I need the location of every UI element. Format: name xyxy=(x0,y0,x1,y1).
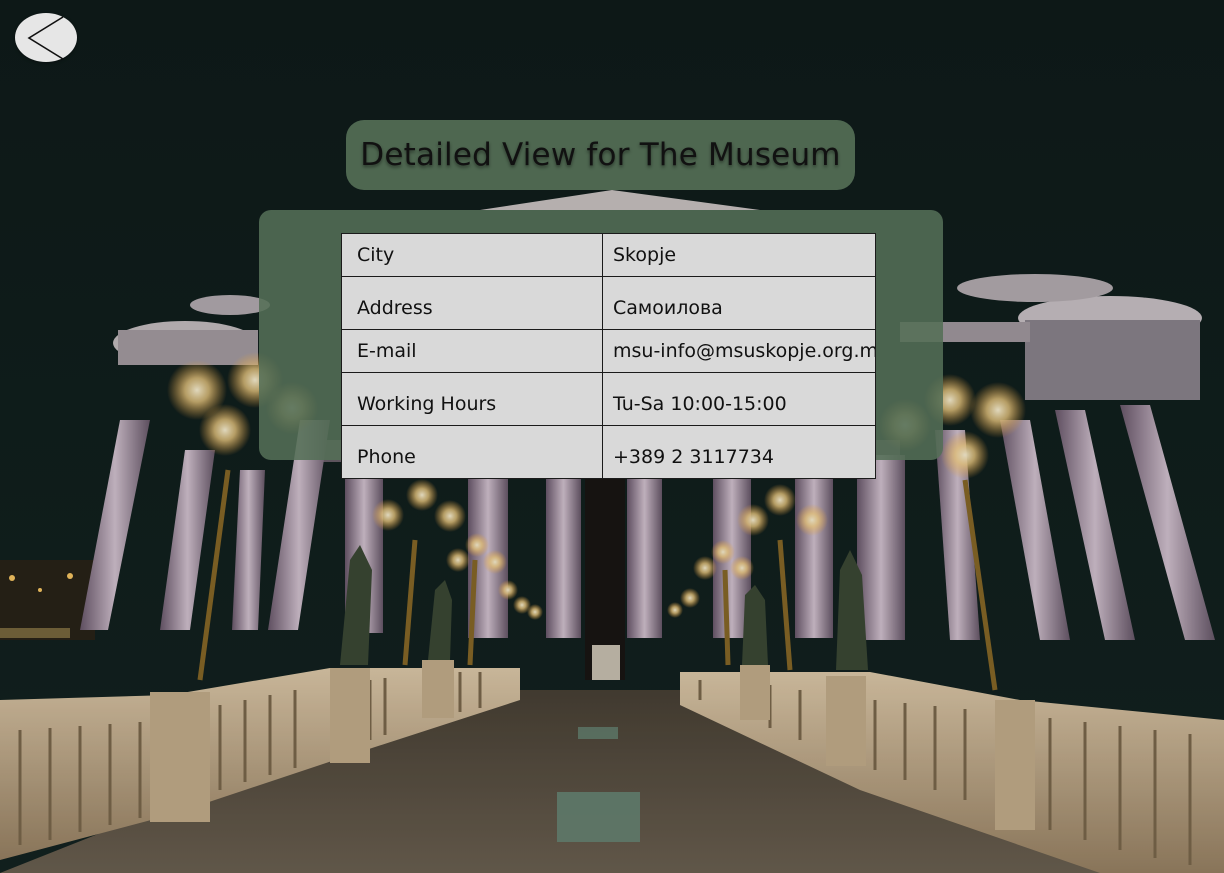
museum-detail-screen: Detailed View for The Museum City Skopje… xyxy=(0,0,1224,873)
row-label: Working Hours xyxy=(341,372,603,426)
row-label: City xyxy=(341,233,603,277)
row-value: Tu-Sa 10:00-15:00 xyxy=(602,372,876,426)
table-row-phone: Phone +389 2 3117734 xyxy=(341,425,876,479)
row-label: Address xyxy=(341,276,603,330)
table-row-city: City Skopje xyxy=(341,233,876,277)
row-label: Phone xyxy=(341,425,603,479)
chevron-left-icon xyxy=(27,16,64,60)
table-row-email: E-mail msu-info@msuskopje.org.mk xyxy=(341,329,876,373)
page-title: Detailed View for The Museum xyxy=(360,137,841,173)
title-banner: Detailed View for The Museum xyxy=(346,120,855,190)
museum-details-table: City Skopje Address Самоилова E-mail msu… xyxy=(341,233,876,479)
table-row-working-hours: Working Hours Tu-Sa 10:00-15:00 xyxy=(341,372,876,426)
back-button[interactable] xyxy=(15,13,77,62)
row-label: E-mail xyxy=(341,329,603,373)
row-value: Skopje xyxy=(602,233,876,277)
row-value: msu-info@msuskopje.org.mk xyxy=(602,329,876,373)
table-row-address: Address Самоилова xyxy=(341,276,876,330)
row-value: Самоилова xyxy=(602,276,876,330)
row-value: +389 2 3117734 xyxy=(602,425,876,479)
